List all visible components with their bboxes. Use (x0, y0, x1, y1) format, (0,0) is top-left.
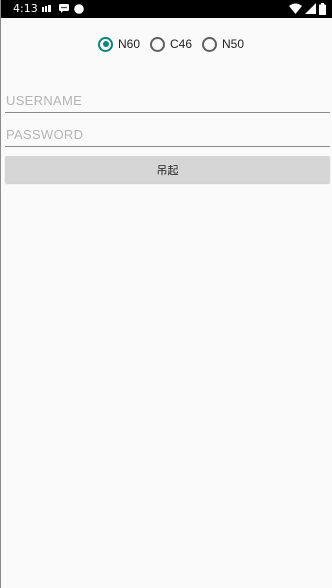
message-icon (59, 4, 69, 13)
app-screen: 4:13 N60 C46 N50 USERNAME 吊起 (0, 0, 332, 588)
radio-checked-icon[interactable] (98, 36, 113, 52)
username-input[interactable] (5, 89, 330, 113)
radio-label: N50 (222, 37, 245, 51)
radio-unchecked-icon[interactable] (202, 36, 217, 52)
cell-signal-icon (305, 3, 316, 14)
radio-label: N60 (118, 37, 141, 51)
radio-option-n50[interactable]: N50 (202, 34, 244, 54)
launch-button-label: 吊起 (156, 163, 179, 177)
sim-card-icon (42, 5, 52, 12)
radio-option-c46[interactable]: C46 (150, 34, 192, 54)
password-input[interactable] (5, 123, 330, 147)
radio-label: C46 (170, 37, 193, 51)
radio-option-n60[interactable]: N60 (98, 34, 140, 54)
launch-button[interactable]: 吊起 (5, 156, 330, 183)
status-bar: 4:13 (1, 0, 332, 18)
status-time: 4:13 (13, 2, 38, 15)
radio-unchecked-icon[interactable] (150, 36, 165, 52)
network-radio-group: N60 C46 N50 (1, 34, 332, 54)
battery-icon (319, 3, 326, 15)
wifi-icon (289, 3, 302, 14)
circle-notification-icon (74, 4, 84, 14)
